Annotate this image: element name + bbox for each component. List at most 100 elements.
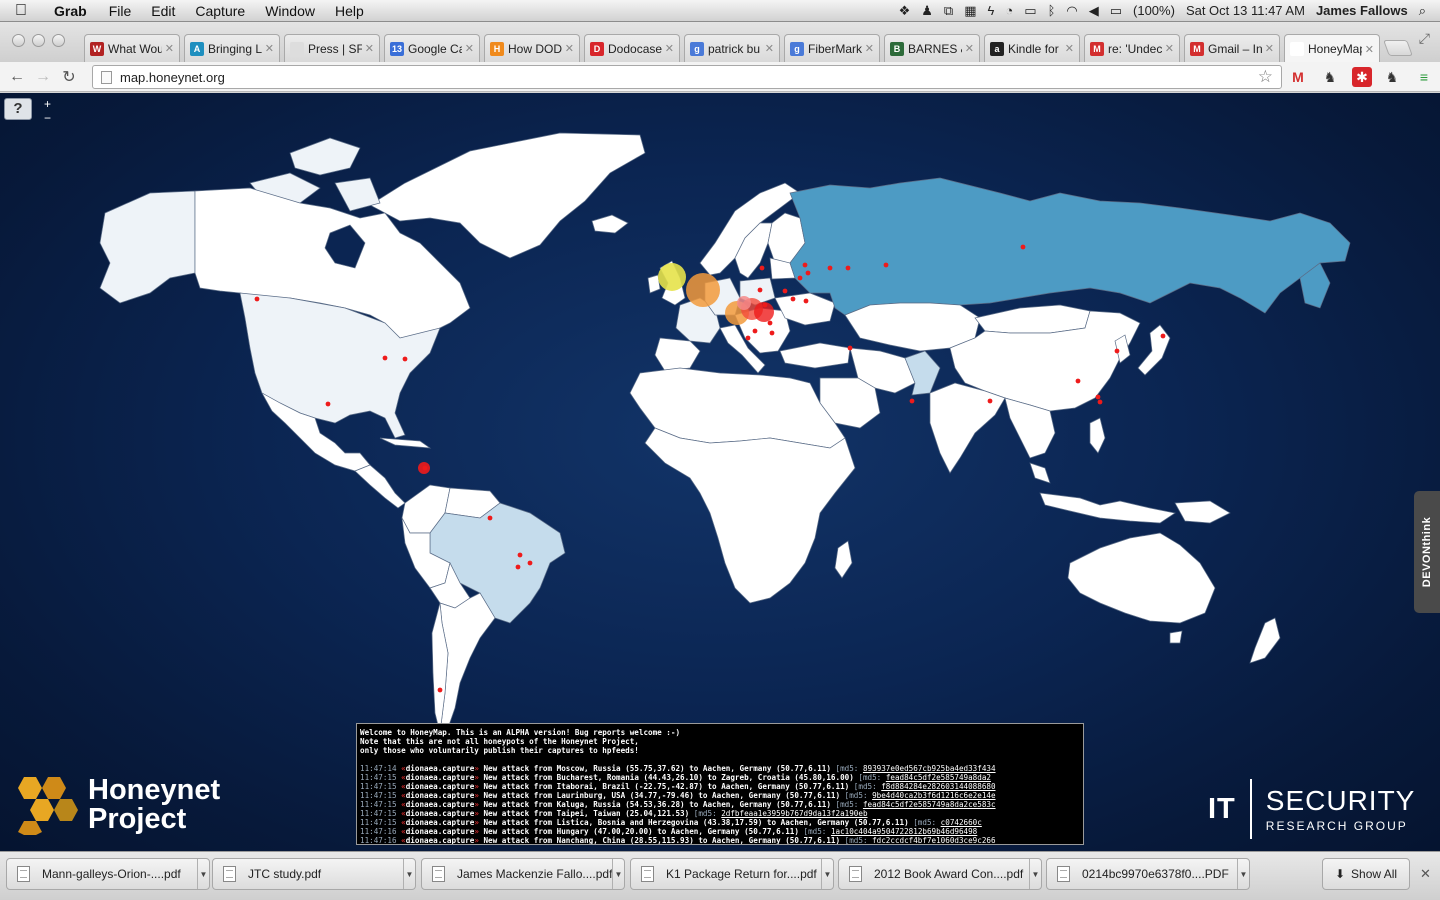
menu-extension-icon[interactable]: ≡	[1414, 67, 1434, 87]
menu-edit[interactable]: Edit	[141, 3, 185, 19]
time-machine-icon[interactable]: ◔	[1005, 3, 1013, 18]
entry-md5-link[interactable]: 1ac10c404a9504722812b69b46d96498	[831, 827, 977, 836]
wifi-icon[interactable]: ◠	[1066, 3, 1077, 19]
download-item[interactable]: JTC study.pdf ▼	[212, 858, 416, 890]
evernote-icon[interactable]: ♟	[921, 3, 933, 19]
console-intro-1: Welcome to HoneyMap. This is an ALPHA ve…	[360, 728, 681, 737]
tab-close-icon[interactable]: ✕	[1165, 42, 1174, 55]
zoom-window-button[interactable]	[52, 34, 65, 47]
tab-7[interactable]: g FiberMark ✕	[784, 34, 880, 62]
show-all-downloads-button[interactable]: ⬇ Show All	[1322, 858, 1410, 890]
tab-close-icon[interactable]: ✕	[1365, 43, 1374, 56]
display-icon[interactable]: ▭	[1024, 3, 1036, 19]
battery-icon[interactable]: ▭	[1110, 3, 1122, 19]
attack-dot	[752, 328, 758, 334]
lastpass-extension-icon[interactable]: ✱	[1352, 67, 1372, 87]
close-download-shelf-icon[interactable]: ✕	[1420, 866, 1431, 882]
download-menu-arrow-icon[interactable]: ▼	[197, 859, 209, 889]
tab-11[interactable]: M Gmail – In ✕	[1184, 34, 1280, 62]
bolt-icon[interactable]: ϟ	[988, 3, 995, 18]
new-tab-button[interactable]	[1383, 40, 1413, 56]
tab-close-icon[interactable]: ✕	[1065, 42, 1074, 55]
tab-favicon: 13	[390, 41, 404, 56]
evernote-extension-icon[interactable]: ♞	[1320, 67, 1340, 87]
menu-app-name[interactable]: Grab	[42, 3, 99, 19]
tab-close-icon[interactable]: ✕	[665, 42, 674, 55]
tab-close-icon[interactable]: ✕	[265, 42, 274, 55]
tab-close-icon[interactable]: ✕	[965, 42, 974, 55]
dropbox-icon[interactable]: ❖	[899, 3, 911, 19]
keyboard-icon[interactable]: ▦	[964, 3, 976, 19]
close-window-button[interactable]	[12, 34, 25, 47]
tab-1[interactable]: A Bringing L ✕	[184, 34, 280, 62]
apple-icon[interactable]: 	[0, 2, 42, 20]
menu-help[interactable]: Help	[325, 3, 374, 19]
download-menu-arrow-icon[interactable]: ▼	[612, 859, 624, 889]
entry-md5-link[interactable]: f8d884284e282603144088680	[881, 782, 995, 791]
user-name[interactable]: James Fallows	[1316, 3, 1408, 18]
pdf-file-icon	[641, 866, 654, 882]
entry-md5-link[interactable]: 893937e0ed567cb925ba4ed33f434	[863, 764, 996, 773]
tab-12[interactable]: HoneyMap ✕	[1284, 34, 1380, 63]
devonthink-sidebar-tab[interactable]: DEVONthink	[1414, 491, 1440, 613]
download-item[interactable]: James Mackenzie Fallo....pdf ▼	[421, 858, 625, 890]
tab-9[interactable]: a Kindle for ✕	[984, 34, 1080, 62]
back-icon[interactable]: ←	[4, 68, 30, 86]
attack-glow-uk	[658, 263, 686, 291]
tab-10[interactable]: Mre: 'Undec ✕	[1084, 34, 1180, 62]
clock[interactable]: Sat Oct 13 11:47 AM	[1186, 3, 1305, 18]
attack-log-console[interactable]: Welcome to HoneyMap. This is an ALPHA ve…	[356, 723, 1084, 845]
entry-md5-link[interactable]: c0742660c	[941, 818, 982, 827]
entry-md5-link[interactable]: 9be4d40ca2b3f6d1216c6e2e14e	[872, 791, 995, 800]
tab-8[interactable]: B BARNES &✕	[884, 34, 980, 62]
minimize-window-button[interactable]	[32, 34, 45, 47]
entry-source: dionaea.capture	[405, 827, 475, 836]
entry-md5-link[interactable]: 2dfbfeaa1e3959b767d9da13f2a190eb	[721, 809, 867, 818]
reload-icon[interactable]: ↻	[56, 67, 82, 87]
fullscreen-icon[interactable]: ⤢	[1419, 30, 1430, 47]
entry-md5-link[interactable]: fead84c5df2e585749a8da2	[886, 773, 991, 782]
entry-md5-link[interactable]: fdc2ccdcf4bf7e1060d3ce9c266	[872, 836, 995, 844]
zoom-out-button[interactable]: −	[42, 112, 53, 124]
bluetooth-icon[interactable]: ᛒ	[1048, 3, 1056, 18]
honeynet-logo[interactable]: Honeynet Project	[14, 775, 220, 835]
tab-5[interactable]: D Dodocase ✕	[584, 34, 680, 62]
it-security-logo[interactable]: IT SECURITY RESEARCH GROUP	[1208, 779, 1415, 839]
menu-file[interactable]: File	[99, 3, 142, 19]
spotlight-icon[interactable]: ⌕	[1419, 3, 1426, 19]
tab-4[interactable]: H How DOD ✕	[484, 34, 580, 62]
download-menu-arrow-icon[interactable]: ▼	[1237, 859, 1249, 889]
download-item[interactable]: 0214bc9970e6378f0....PDF ▼	[1046, 858, 1250, 890]
download-item[interactable]: 2012 Book Award Con....pdf ▼	[838, 858, 1042, 890]
address-bar[interactable]: map.honeynet.org ☆	[92, 65, 1282, 89]
clipper-extension-icon[interactable]: ♞	[1382, 67, 1402, 87]
entry-md5-link[interactable]: fead84c5df2e585749a8da2ce583c	[863, 800, 996, 809]
tab-close-icon[interactable]: ✕	[565, 42, 574, 55]
menu-window[interactable]: Window	[255, 3, 325, 19]
screens-icon[interactable]: ⧉	[944, 3, 953, 19]
volume-icon[interactable]: ◀	[1089, 3, 1099, 19]
tab-close-icon[interactable]: ✕	[1265, 42, 1274, 55]
tab-close-icon[interactable]: ✕	[365, 42, 374, 55]
download-menu-arrow-icon[interactable]: ▼	[821, 859, 833, 889]
tab-close-icon[interactable]: ✕	[165, 42, 174, 55]
tab-0[interactable]: W What Wou ✕	[84, 34, 180, 62]
tab-6[interactable]: g patrick bu ✕	[684, 34, 780, 62]
help-button[interactable]: ?	[4, 98, 32, 120]
menu-capture[interactable]: Capture	[185, 3, 255, 19]
download-menu-arrow-icon[interactable]: ▼	[1029, 859, 1041, 889]
download-item[interactable]: K1 Package Return for....pdf ▼	[630, 858, 834, 890]
zoom-in-button[interactable]: +	[42, 98, 53, 110]
tab-3[interactable]: 13 Google Ca ✕	[384, 34, 480, 62]
gmail-extension-icon[interactable]: M	[1288, 67, 1308, 87]
download-item[interactable]: Mann-galleys-Orion-....pdf ▼	[6, 858, 210, 890]
console-entry: 11:47:15 «dionaea.capture» New attack fr…	[360, 782, 996, 791]
download-menu-arrow-icon[interactable]: ▼	[403, 859, 415, 889]
forward-icon[interactable]: →	[30, 68, 56, 86]
tab-close-icon[interactable]: ✕	[465, 42, 474, 55]
tab-close-icon[interactable]: ✕	[865, 42, 874, 55]
tab-close-icon[interactable]: ✕	[765, 42, 774, 55]
tab-favicon: H	[490, 41, 504, 56]
bookmark-star-icon[interactable]: ☆	[1258, 67, 1273, 87]
tab-2[interactable]: Press | SFI ✕	[284, 34, 380, 62]
